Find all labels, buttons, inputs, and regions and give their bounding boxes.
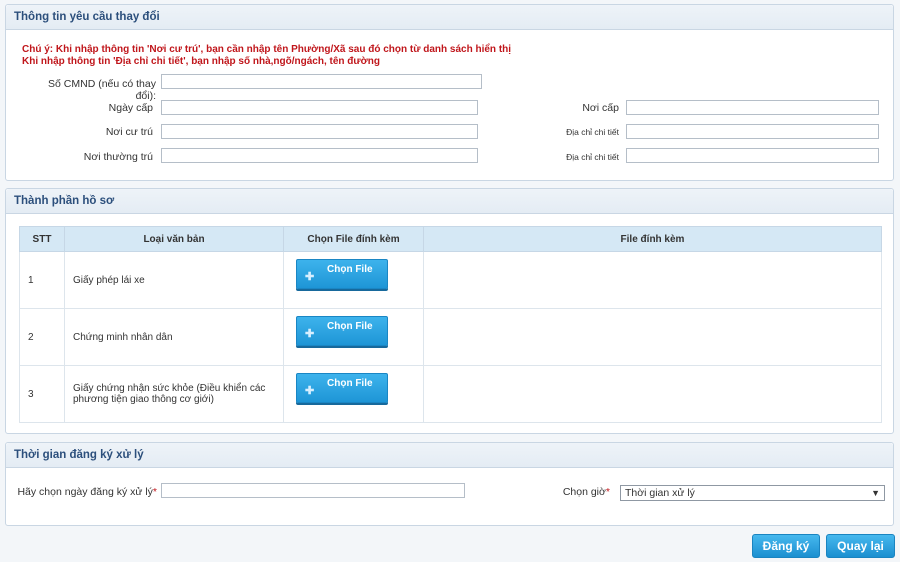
issue-date-label: Ngày cấp [108, 102, 153, 114]
issue-place-label: Nơi cấp [582, 102, 619, 114]
required-mark: * [152, 486, 157, 498]
register-button[interactable]: Đăng ký [752, 534, 820, 558]
residence-label: Nơi cư trú [105, 126, 153, 138]
row-attached-file [423, 251, 882, 309]
row-attached-file [423, 365, 882, 423]
col-doc-type: Loại văn bản [64, 226, 284, 252]
processing-date-input[interactable] [161, 483, 465, 498]
residence-detail-input[interactable] [626, 124, 879, 139]
row-stt: 2 [19, 308, 65, 366]
change-info-panel: Thông tin yêu cầu thay đổi Chú ý: Khi nh… [5, 4, 894, 181]
row-file-cell: ✚ Chọn File [283, 365, 424, 423]
date-label: Hãy chọn ngày đăng ký xử lý* [17, 486, 157, 498]
back-button[interactable]: Quay lại [826, 534, 895, 558]
processing-time-title: Thời gian đăng ký xử lý [6, 443, 893, 468]
permanent-detail-label: Địa chỉ chi tiết [566, 152, 619, 162]
plus-icon: ✚ [305, 327, 315, 340]
issue-date-input[interactable] [161, 100, 478, 115]
processing-time-panel: Thời gian đăng ký xử lý Hãy chọn ngày đă… [5, 442, 894, 526]
row-doc-name: Giấy phép lái xe [64, 251, 284, 309]
note-line-2: Khi nhập thông tin 'Địa chỉ chi tiết', b… [22, 56, 380, 67]
documents-panel: Thành phần hồ sơ STT Loại văn bản Chọn F… [5, 188, 894, 434]
note-line-1: Chú ý: Khi nhập thông tin 'Nơi cư trú', … [22, 44, 512, 55]
hour-label: Chọn giờ* [562, 486, 610, 498]
permanent-input[interactable] [161, 148, 478, 163]
choose-file-button[interactable]: ✚ Chọn File [296, 315, 388, 346]
col-attached-file: File đính kèm [423, 226, 882, 252]
documents-table: STT Loại văn bản Chọn File đính kèm File… [19, 226, 882, 423]
cmnd-input[interactable] [161, 74, 482, 89]
dropdown-arrow-icon: ▼ [871, 488, 880, 498]
table-row: 2 Chứng minh nhân dân ✚ Chọn File [19, 308, 882, 366]
table-row: 1 Giấy phép lái xe ✚ Chọn File [19, 251, 882, 309]
choose-file-button[interactable]: ✚ Chọn File [296, 258, 388, 289]
permanent-detail-input[interactable] [626, 148, 879, 163]
plus-icon: ✚ [305, 270, 315, 283]
row-stt: 1 [19, 251, 65, 309]
issue-place-input[interactable] [626, 100, 879, 115]
cmnd-label: Số CMND (nếu có thay đổi): [48, 78, 156, 102]
row-file-cell: ✚ Chọn File [283, 251, 424, 309]
residence-input[interactable] [161, 124, 478, 139]
hour-select[interactable]: Thời gian xử lý ▼ [620, 485, 885, 501]
row-doc-name: Giấy chứng nhận sức khỏe (Điều khiển các… [64, 365, 284, 423]
col-stt: STT [19, 226, 65, 252]
row-stt: 3 [19, 365, 65, 423]
change-info-title: Thông tin yêu cầu thay đổi [6, 5, 893, 30]
row-attached-file [423, 308, 882, 366]
documents-title: Thành phần hồ sơ [6, 189, 893, 214]
row-file-cell: ✚ Chọn File [283, 308, 424, 366]
required-mark: * [605, 486, 610, 498]
row-doc-name: Chứng minh nhân dân [64, 308, 284, 366]
permanent-label: Nơi thường trú [83, 151, 153, 163]
col-choose-file: Chọn File đính kèm [283, 226, 424, 252]
residence-detail-label: Địa chỉ chi tiết [566, 127, 619, 137]
plus-icon: ✚ [305, 384, 315, 397]
table-row: 3 Giấy chứng nhận sức khỏe (Điều khiển c… [19, 365, 882, 423]
choose-file-button[interactable]: ✚ Chọn File [296, 372, 388, 403]
